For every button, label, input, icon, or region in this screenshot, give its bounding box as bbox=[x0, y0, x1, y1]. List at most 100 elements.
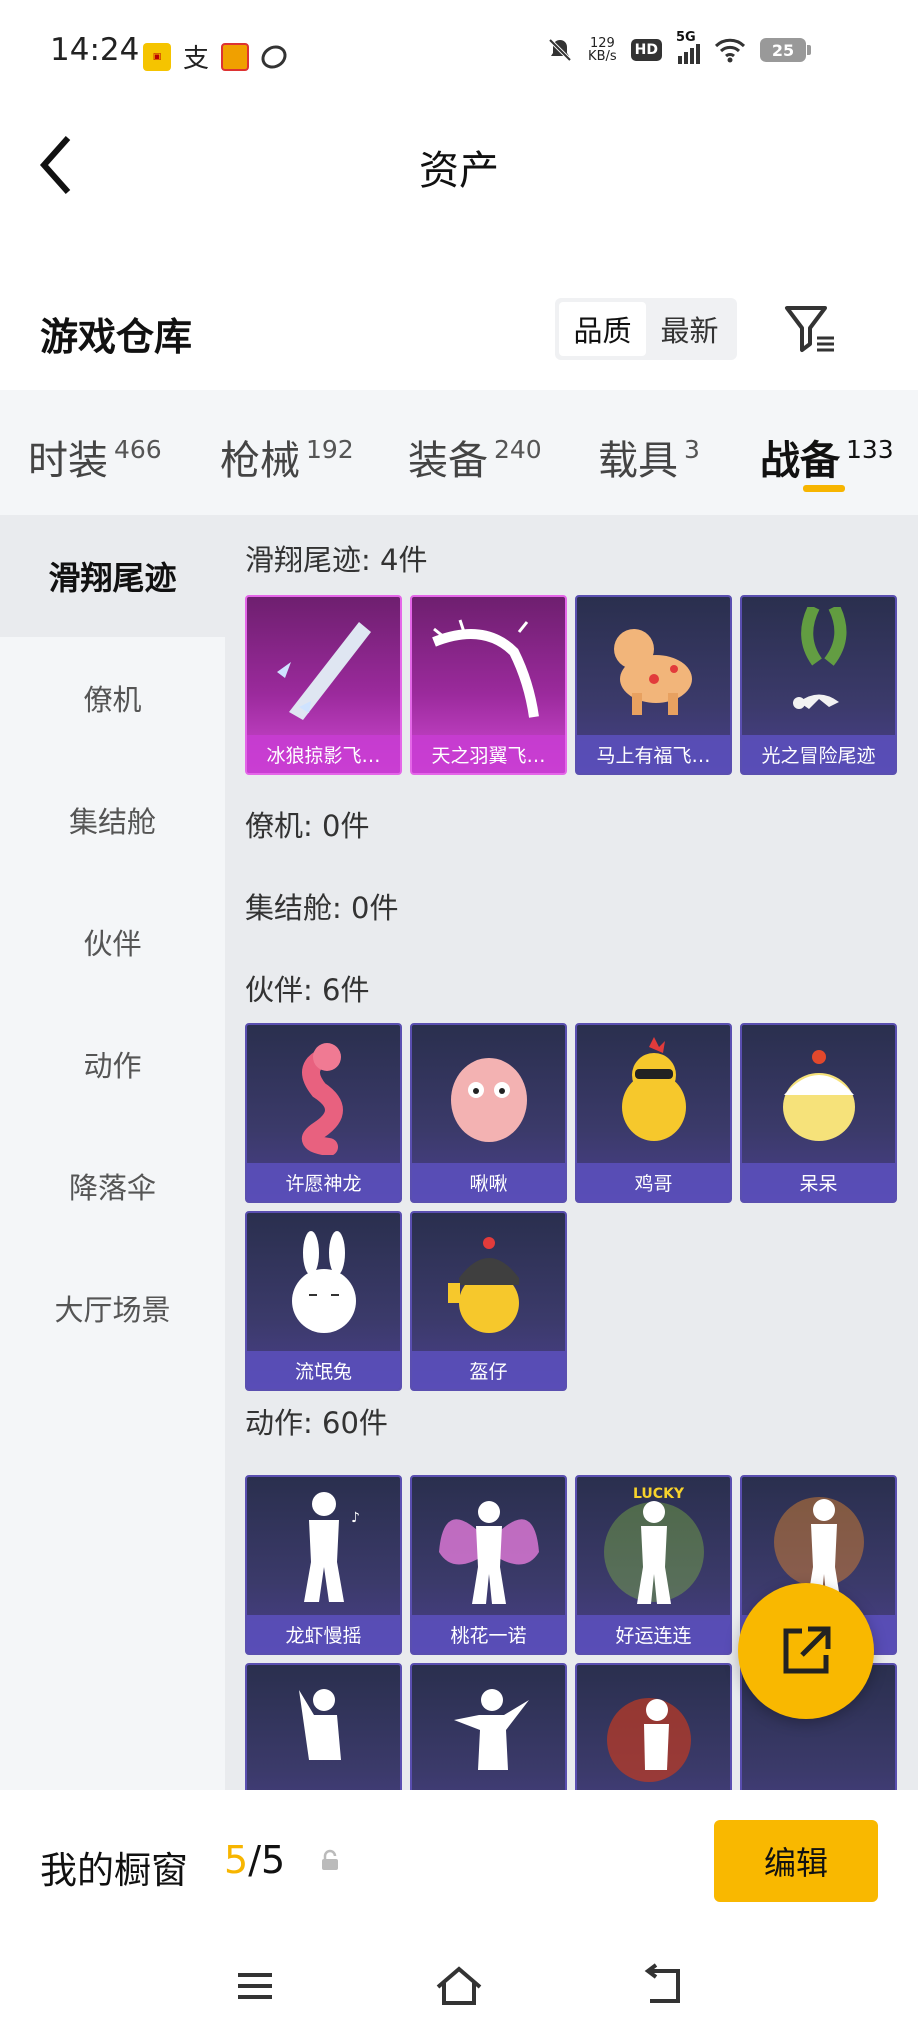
group-label-pod: 集结舱: 0件 bbox=[245, 891, 399, 925]
item-name: 呆呆 bbox=[742, 1163, 895, 1201]
item-card[interactable]: 鸡哥 bbox=[575, 1023, 732, 1203]
share-export-icon bbox=[783, 1626, 831, 1674]
item-art bbox=[742, 597, 895, 737]
item-name: 桃花一诺 bbox=[412, 1615, 565, 1653]
item-card[interactable]: 流氓兔 bbox=[245, 1211, 402, 1391]
tab-label: 枪械 bbox=[220, 438, 300, 484]
item-art bbox=[412, 1477, 565, 1617]
showcase-count-current: 5 bbox=[224, 1838, 249, 1882]
system-nav-bar bbox=[0, 1935, 918, 2040]
tab-equipment[interactable]: 装备 240 bbox=[408, 428, 542, 486]
sort-quality-button[interactable]: 品质 bbox=[559, 302, 646, 356]
group-label-partner: 伙伴: 6件 bbox=[245, 973, 370, 1007]
group-label-glide: 滑翔尾迹: 4件 bbox=[245, 543, 428, 577]
warehouse-title: 游戏仓库 bbox=[40, 315, 193, 359]
net-speed: 129 KB/s bbox=[588, 37, 617, 63]
showcase-count-total: /5 bbox=[248, 1838, 286, 1882]
tab-vehicles[interactable]: 载具 3 bbox=[598, 428, 700, 486]
tab-fashion[interactable]: 时装 466 bbox=[28, 428, 162, 486]
item-card[interactable]: 冰狼掠影飞… bbox=[245, 595, 402, 775]
showcase-label: 我的橱窗 bbox=[40, 1849, 188, 1892]
bell-mute-icon bbox=[548, 38, 572, 62]
item-card[interactable]: 许愿神龙 bbox=[245, 1023, 402, 1203]
item-name: 啾啾 bbox=[412, 1163, 565, 1201]
status-time: 14:24 bbox=[50, 32, 140, 68]
warehouse-header: 游戏仓库 品质 最新 bbox=[0, 290, 918, 390]
svg-text:LUCKY: LUCKY bbox=[633, 1486, 685, 1502]
net-speed-unit: KB/s bbox=[588, 49, 617, 64]
notification-icons: ▣ 支 bbox=[143, 38, 291, 75]
item-name: 天之羽翼飞… bbox=[412, 735, 565, 773]
item-art bbox=[247, 1665, 400, 1790]
item-card[interactable] bbox=[575, 1663, 732, 1790]
menu-icon[interactable] bbox=[230, 1963, 280, 2009]
item-name: 鸡哥 bbox=[577, 1163, 730, 1201]
alipay-icon: 支 bbox=[183, 44, 210, 74]
home-icon[interactable] bbox=[434, 1963, 484, 2009]
item-name: 马上有福飞… bbox=[577, 735, 730, 773]
item-art bbox=[742, 1025, 895, 1165]
item-card[interactable]: 光之冒险尾迹 bbox=[740, 595, 897, 775]
item-name: 流氓兔 bbox=[247, 1351, 400, 1389]
signal-label: 5G bbox=[676, 30, 696, 45]
tab-label: 载具 bbox=[598, 438, 678, 484]
sub-category-sidebar: 滑翔尾迹 僚机 集结舱 伙伴 动作 降落伞 大厅场景 bbox=[0, 515, 225, 1790]
page-title: 资产 bbox=[419, 148, 499, 194]
sidebar-item-wingman[interactable]: 僚机 bbox=[0, 637, 225, 759]
active-tab-indicator bbox=[803, 485, 845, 492]
tab-label: 战备 bbox=[760, 438, 840, 484]
edit-button[interactable]: 编辑 bbox=[714, 1820, 878, 1902]
sidebar-item-lobby-scene[interactable]: 大厅场景 bbox=[0, 1247, 225, 1369]
sidebar-item-emote[interactable]: 动作 bbox=[0, 1003, 225, 1125]
item-card[interactable]: LUCKY 好运连连 bbox=[575, 1475, 732, 1655]
item-card[interactable]: 盔仔 bbox=[410, 1211, 567, 1391]
group-label-emote: 动作: 60件 bbox=[245, 1406, 388, 1440]
item-name: 龙虾慢摇 bbox=[247, 1615, 400, 1653]
item-art bbox=[412, 1665, 565, 1790]
tab-count: 240 bbox=[494, 435, 542, 464]
item-name: 光之冒险尾迹 bbox=[742, 735, 895, 773]
item-card[interactable]: 啾啾 bbox=[410, 1023, 567, 1203]
news-app-icon bbox=[221, 42, 250, 71]
back-icon[interactable] bbox=[638, 1963, 688, 2009]
lock-icon bbox=[322, 1849, 338, 1870]
item-art bbox=[247, 1213, 400, 1353]
hd-badge: HD bbox=[630, 39, 662, 61]
item-card[interactable]: 天之羽翼飞… bbox=[410, 595, 567, 775]
filter-icon[interactable] bbox=[784, 302, 838, 356]
item-name: 好运连连 bbox=[577, 1615, 730, 1653]
sort-latest-button[interactable]: 最新 bbox=[646, 302, 733, 356]
tab-label: 时装 bbox=[28, 438, 108, 484]
item-card[interactable]: 桃花一诺 bbox=[410, 1475, 567, 1655]
sidebar-item-partner[interactable]: 伙伴 bbox=[0, 881, 225, 1003]
item-card[interactable]: 马上有福飞… bbox=[575, 595, 732, 775]
item-card[interactable]: ♪ 龙虾慢摇 bbox=[245, 1475, 402, 1655]
app-header: 资产 bbox=[0, 100, 918, 230]
item-card[interactable] bbox=[245, 1663, 402, 1790]
tab-guns[interactable]: 枪械 192 bbox=[220, 428, 354, 486]
tab-count: 466 bbox=[114, 435, 162, 464]
sidebar-item-parachute[interactable]: 降落伞 bbox=[0, 1125, 225, 1247]
showcase-count: 5/5 bbox=[224, 1838, 285, 1882]
sort-toggle: 品质 最新 bbox=[555, 298, 737, 360]
share-button[interactable] bbox=[738, 1583, 874, 1719]
app-notification-icon: ▣ bbox=[143, 42, 171, 71]
item-art bbox=[412, 1025, 565, 1165]
signal-icon: 5G bbox=[676, 30, 700, 64]
sidebar-item-rally-pod[interactable]: 集结舱 bbox=[0, 759, 225, 881]
group-label-wingman: 僚机: 0件 bbox=[245, 809, 370, 843]
item-card[interactable]: 呆呆 bbox=[740, 1023, 897, 1203]
tab-label: 装备 bbox=[408, 438, 488, 484]
tab-count: 3 bbox=[684, 435, 700, 464]
item-art bbox=[412, 597, 565, 737]
item-art: ♪ bbox=[247, 1477, 400, 1617]
item-art bbox=[412, 1213, 565, 1353]
item-card[interactable] bbox=[410, 1663, 567, 1790]
battery-icon: 25 bbox=[760, 38, 811, 62]
wifi-icon bbox=[714, 38, 746, 63]
item-art bbox=[577, 1025, 730, 1165]
item-name: 盔仔 bbox=[412, 1351, 565, 1389]
tab-combat-gear[interactable]: 战备 133 bbox=[760, 428, 894, 486]
tab-count: 133 bbox=[846, 435, 894, 464]
sidebar-item-glide-trail[interactable]: 滑翔尾迹 bbox=[0, 515, 225, 637]
